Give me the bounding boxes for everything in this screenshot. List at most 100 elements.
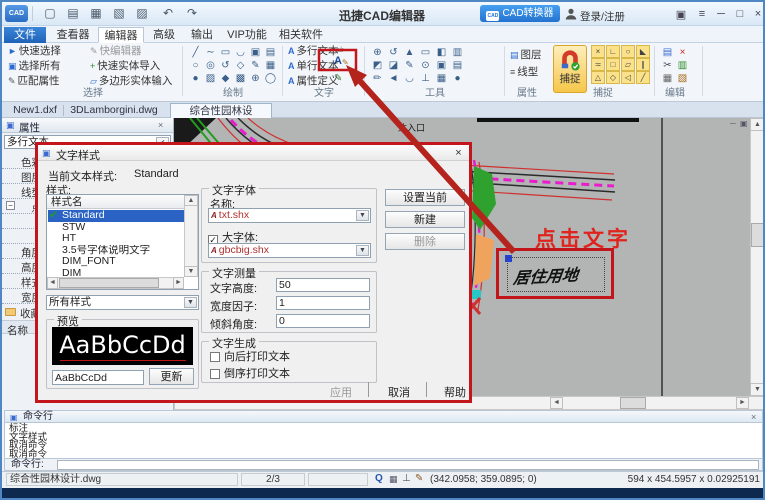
draw-line-icon[interactable]: ╱ xyxy=(188,46,203,59)
update-button[interactable]: 更新 xyxy=(149,368,194,385)
minimize-button[interactable]: ─ xyxy=(714,8,728,20)
tool-measure-icon[interactable]: ▦ xyxy=(434,72,449,85)
tab-viewer[interactable]: 查看器 xyxy=(50,27,96,43)
quick-select-button[interactable]: ►快速选择 xyxy=(8,45,61,58)
snap-endpoint-icon[interactable]: ∟ xyxy=(606,45,620,58)
edit-copy-icon[interactable]: ▥ xyxy=(675,59,690,72)
status-snap-toggle-icon[interactable]: Q xyxy=(375,473,383,484)
snap-tangent-icon[interactable]: △ xyxy=(591,71,605,84)
new-style-button[interactable]: 新建 xyxy=(385,211,465,228)
edit-paste-icon[interactable]: ▤ xyxy=(660,46,675,59)
doc-tab-garden-design[interactable]: 综合性园林设计.dwg× xyxy=(170,103,272,118)
edit-duplicate-icon[interactable]: ▦ xyxy=(660,72,675,85)
open-file-icon[interactable]: ▤ xyxy=(65,6,81,20)
style-item-stw[interactable]: STW xyxy=(48,222,184,234)
upsidedown-checkbox[interactable]: 倒序打印文本 xyxy=(210,365,290,381)
horizontal-scrollbar-thumb[interactable] xyxy=(620,397,646,409)
chevron-down-icon[interactable]: ▼ xyxy=(184,297,197,308)
close-button[interactable]: × xyxy=(751,8,765,20)
font-name-select[interactable]: Atxt.shx ▼ xyxy=(208,208,371,223)
draw-ellipse-icon[interactable]: ◎ xyxy=(203,59,218,72)
style-list[interactable]: 样式名 ✔ Standard STW HT 3.5号字体说明文字 DIM_FON… xyxy=(46,194,199,290)
vertical-scrollbar-thumb[interactable] xyxy=(751,223,764,247)
chevron-down-icon[interactable]: ▼ xyxy=(356,210,369,221)
draw-revision-icon[interactable]: ↺ xyxy=(218,59,233,72)
draw-sketch-icon[interactable]: ✎ xyxy=(248,59,263,72)
draw-arc-icon[interactable]: ◡ xyxy=(233,46,248,59)
command-panel-close-icon[interactable]: × xyxy=(751,411,756,423)
tool-stretch-icon[interactable]: ◩ xyxy=(370,59,385,72)
tool-array-icon[interactable]: ▥ xyxy=(450,46,465,59)
tool-point-icon[interactable]: ● xyxy=(450,72,465,85)
tool-chamfer-icon[interactable]: ◄ xyxy=(386,72,401,85)
scroll-right-icon[interactable]: ► xyxy=(173,277,184,289)
tool-edit-icon[interactable]: ✎ xyxy=(402,59,417,72)
tool-trim-icon[interactable]: ◪ xyxy=(386,59,401,72)
maximize-button[interactable]: □ xyxy=(733,8,747,20)
tool-rotate-icon[interactable]: ↺ xyxy=(386,46,401,59)
properties-panel-close-icon[interactable]: × xyxy=(158,120,163,130)
tool-move-icon[interactable]: ⊕ xyxy=(370,46,385,59)
polygon-entity-input-button[interactable]: ▱多边形实体输入 xyxy=(90,75,172,88)
draw-circle-icon[interactable]: ○ xyxy=(188,59,203,72)
select-all-button[interactable]: ▣选择所有 xyxy=(8,60,61,73)
new-file-icon[interactable]: ▢ xyxy=(42,6,58,20)
style-item-ht[interactable]: HT xyxy=(48,233,184,245)
draw-hatch-icon[interactable]: ▨ xyxy=(203,72,218,85)
tool-offset-icon[interactable]: ⊙ xyxy=(418,59,433,72)
tree-collapse-icon[interactable]: − xyxy=(6,201,15,210)
draw-polyline-icon[interactable]: ● xyxy=(188,72,203,85)
draw-block-icon[interactable]: ◇ xyxy=(233,59,248,72)
style-item-dimfont[interactable]: DIM_FONT xyxy=(48,256,184,268)
tab-related[interactable]: 相关软件 xyxy=(274,27,328,43)
snap-midpoint-icon[interactable]: ≍ xyxy=(591,58,605,71)
tab-vip[interactable]: VIP功能 xyxy=(222,27,272,43)
snap-parallel-icon[interactable]: ∥ xyxy=(636,58,650,71)
draw-grid-icon[interactable]: ⊕ xyxy=(248,72,263,85)
tab-file[interactable]: 文件 xyxy=(4,27,46,43)
text-style-button[interactable]: A ✎ xyxy=(330,54,354,69)
vertical-scrollbar[interactable] xyxy=(750,118,765,396)
width-factor-input[interactable] xyxy=(276,296,370,310)
style-item-35[interactable]: 3.5号字体说明文字 xyxy=(48,245,184,257)
style-list-vscrollbar[interactable] xyxy=(184,195,198,277)
snap-node-icon[interactable]: □ xyxy=(606,58,620,71)
scroll-up-icon[interactable]: ▲ xyxy=(184,195,198,206)
snap-perpendicular-icon[interactable]: ◁ xyxy=(621,71,635,84)
edit-attribute-icon[interactable]: ✎ xyxy=(334,73,342,84)
snap-toggle-button[interactable]: 捕捉 xyxy=(553,45,587,93)
edit-delete-icon[interactable]: × xyxy=(675,46,690,59)
scroll-left-icon[interactable]: ◄ xyxy=(550,397,563,409)
feedback-icon[interactable]: ▣ xyxy=(674,8,688,21)
tab-output[interactable]: 输出 xyxy=(184,27,220,43)
snap-nearest-icon[interactable]: ◣ xyxy=(636,45,650,58)
oblique-angle-input[interactable] xyxy=(276,314,370,328)
spell-check-icon[interactable]: ab xyxy=(336,47,344,54)
layer-button[interactable]: ▤图层 xyxy=(510,49,542,62)
draw-spline-icon[interactable]: ∼ xyxy=(203,46,218,59)
tool-group-icon[interactable]: ▣ xyxy=(434,59,449,72)
preview-input[interactable] xyxy=(52,370,144,385)
snap-extension-icon[interactable]: ╱ xyxy=(636,71,650,84)
mdi-restore-icon[interactable]: ▣ xyxy=(740,119,748,128)
scroll-left-icon[interactable]: ◄ xyxy=(47,277,58,289)
set-current-button[interactable]: 设置当前 xyxy=(385,189,465,206)
scroll-up-icon[interactable]: ▲ xyxy=(750,118,765,131)
tool-mirror-icon[interactable]: ▲ xyxy=(402,46,417,59)
draw-raster-icon[interactable]: ▩ xyxy=(233,72,248,85)
style-item-standard[interactable]: ✔ Standard xyxy=(48,210,184,222)
command-input[interactable] xyxy=(57,460,759,470)
cancel-button[interactable]: 取消 xyxy=(378,384,420,400)
tab-advanced[interactable]: 高级 xyxy=(146,27,182,43)
draw-image-icon[interactable]: ▤ xyxy=(263,46,278,59)
tool-copy-icon[interactable]: ◧ xyxy=(434,46,449,59)
scroll-down-icon[interactable]: ▼ xyxy=(750,383,765,396)
status-ortho-toggle-icon[interactable]: ⊥ xyxy=(402,473,411,484)
snap-intersection-icon[interactable]: × xyxy=(591,45,605,58)
style-filter-select[interactable]: 所有样式 ▼ xyxy=(46,295,199,310)
tool-explode-icon[interactable]: ▤ xyxy=(450,59,465,72)
snap-center-icon[interactable]: ○ xyxy=(621,45,635,58)
edit-cut-icon[interactable]: ✂ xyxy=(660,59,675,72)
snap-insert-icon[interactable]: ▱ xyxy=(621,58,635,71)
draw-point-icon[interactable]: ◆ xyxy=(218,72,233,85)
